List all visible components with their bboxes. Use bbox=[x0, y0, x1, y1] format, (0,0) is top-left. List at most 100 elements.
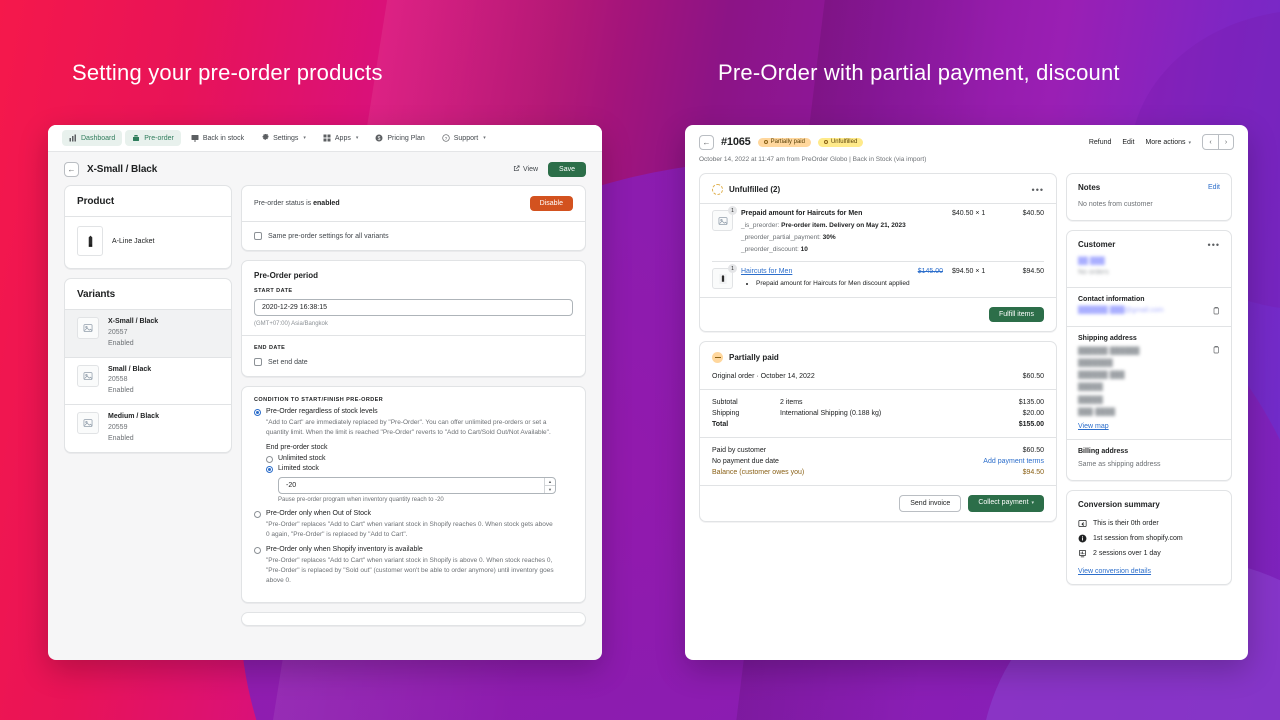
condition-option-out-of-stock[interactable]: Pre-Order only when Out of Stock bbox=[254, 510, 573, 519]
same-settings-row[interactable]: Same pre-order settings for all variants bbox=[242, 222, 585, 250]
refund-button[interactable]: Refund bbox=[1089, 139, 1112, 146]
view-map-link[interactable]: View map bbox=[1067, 419, 1231, 439]
stepper-increment-icon[interactable]: ▲ bbox=[545, 478, 555, 485]
back-button[interactable]: ← bbox=[64, 162, 79, 177]
dollar-icon: $ bbox=[375, 134, 383, 142]
line-item-discount-notes: Prepaid amount for Haircuts for Men disc… bbox=[750, 279, 1044, 289]
nav-item-apps[interactable]: Apps ▾ bbox=[316, 130, 365, 146]
grid-icon bbox=[323, 134, 331, 142]
start-date-input[interactable]: 2020-12-29 16:38:15 bbox=[254, 299, 573, 316]
line-item-name-link[interactable]: Haircuts for Men bbox=[741, 268, 918, 275]
radio-icon[interactable] bbox=[254, 409, 261, 416]
order-back-button[interactable]: ← bbox=[699, 134, 714, 150]
nav-item-dashboard[interactable]: Dashboard bbox=[62, 130, 123, 146]
variant-name: Medium / Black bbox=[108, 413, 159, 421]
fulfill-items-button[interactable]: Fulfill items bbox=[988, 307, 1044, 322]
status-card: Pre-order status is enabled Disable Same… bbox=[241, 185, 586, 251]
radio-icon[interactable] bbox=[254, 511, 261, 519]
variant-row[interactable]: X-Small / Black 20557 Enabled bbox=[65, 309, 231, 357]
more-actions-button[interactable]: More actions ▾ bbox=[1145, 139, 1191, 146]
property-value: 30% bbox=[822, 234, 836, 241]
conversion-header: Conversion summary bbox=[1067, 491, 1231, 516]
row-detail bbox=[780, 421, 984, 428]
end-date-label: END DATE bbox=[254, 345, 286, 351]
display-icon bbox=[191, 134, 199, 142]
copy-icon[interactable] bbox=[1212, 345, 1220, 356]
preorder-status-text: Pre-order status is enabled bbox=[254, 200, 340, 207]
view-conversion-details-link[interactable]: View conversion details bbox=[1067, 561, 1231, 584]
nav-item-preorder[interactable]: Pre-order bbox=[125, 130, 181, 146]
nav-label: Support bbox=[453, 134, 479, 142]
svg-text:$: $ bbox=[378, 136, 381, 142]
next-order-button[interactable]: › bbox=[1218, 135, 1233, 149]
gear-icon bbox=[261, 134, 269, 142]
paid-by-customer-row: Paid by customer $60.50 bbox=[700, 445, 1056, 456]
status-badge-partially-paid: Partially paid bbox=[757, 137, 811, 147]
limited-stock-value[interactable]: -20 bbox=[279, 478, 544, 493]
payment-header: Partially paid bbox=[700, 342, 1056, 371]
partially-paid-icon bbox=[712, 352, 723, 363]
contact-information-title: Contact information bbox=[1078, 295, 1145, 303]
row-detail: 2 items bbox=[780, 399, 803, 406]
variant-row[interactable]: Small / Black 20558 Enabled bbox=[65, 356, 231, 405]
page-body: Product A-Line Jacket Variants X-Small /… bbox=[48, 185, 602, 627]
stepper-arrows[interactable]: ▲ ▼ bbox=[544, 478, 555, 494]
radio-icon[interactable] bbox=[254, 547, 261, 555]
badge-dot-icon bbox=[763, 140, 768, 144]
line-item: 1 Haircuts for Men $145.00 $94.50 × 1 $9… bbox=[700, 262, 1056, 297]
nav-item-back-in-stock[interactable]: Back in stock bbox=[184, 130, 251, 146]
fulfillment-more-icon[interactable]: ••• bbox=[1032, 185, 1044, 194]
property-key: _preorder_discount: bbox=[741, 246, 801, 253]
line-item-name: Prepaid amount for Haircuts for Men bbox=[741, 210, 863, 217]
stock-option-unlimited[interactable]: Unlimited stock bbox=[266, 455, 573, 464]
order-pager[interactable]: ‹ › bbox=[1202, 134, 1234, 150]
property-value: Pre-order item. Delivery on May 21, 2023 bbox=[781, 222, 906, 229]
headline-left: Setting your pre-order products bbox=[72, 60, 383, 85]
set-end-date-checkbox[interactable] bbox=[254, 358, 262, 366]
preorder-app-screenshot: Dashboard Pre-order Back in stock Settin… bbox=[48, 125, 602, 660]
summary-row-shipping: Shipping International Shipping (0.188 k… bbox=[700, 408, 1056, 419]
variant-status: Enabled bbox=[108, 387, 134, 395]
preorder-period-card: Pre-Order period START DATE 2020-12-29 1… bbox=[241, 260, 586, 377]
start-date-label: START DATE bbox=[254, 288, 293, 294]
copy-icon[interactable] bbox=[1212, 306, 1220, 317]
row-amount: $135.00 bbox=[1018, 399, 1044, 406]
limited-stock-stepper[interactable]: -20 ▲ ▼ bbox=[278, 477, 556, 495]
condition-option-inventory-available[interactable]: Pre-Order only when Shopify inventory is… bbox=[254, 546, 573, 555]
fulfillment-footer: Fulfill items bbox=[700, 298, 1056, 331]
radio-icon[interactable] bbox=[266, 456, 273, 464]
edit-button[interactable]: Edit bbox=[1122, 139, 1134, 146]
notes-edit-link[interactable]: Edit bbox=[1208, 184, 1220, 191]
condition-option-regardless[interactable]: Pre-Order regardless of stock levels bbox=[254, 408, 573, 416]
option-label: Limited stock bbox=[278, 465, 319, 473]
payment-due-row: No payment due date Add payment terms bbox=[700, 456, 1056, 467]
nav-item-support[interactable]: ? Support ▾ bbox=[435, 130, 493, 146]
add-payment-terms-link[interactable]: Add payment terms bbox=[972, 458, 1044, 465]
property-key: _preorder_partial_payment: bbox=[741, 234, 823, 241]
view-link[interactable]: View bbox=[513, 165, 538, 174]
previous-order-button[interactable]: ‹ bbox=[1203, 135, 1218, 149]
left-column: Product A-Line Jacket Variants X-Small /… bbox=[64, 185, 232, 453]
product-row[interactable]: A-Line Jacket bbox=[65, 217, 231, 268]
disable-button[interactable]: Disable bbox=[529, 196, 573, 211]
set-end-date-row[interactable]: Set end date bbox=[254, 356, 573, 366]
radio-icon[interactable] bbox=[266, 466, 273, 474]
save-button[interactable]: Save bbox=[548, 162, 586, 177]
nav-item-pricing-plan[interactable]: $ Pricing Plan bbox=[368, 130, 431, 146]
collect-payment-button[interactable]: Collect payment ▾ bbox=[968, 495, 1044, 512]
variant-name: X-Small / Black bbox=[108, 318, 159, 325]
same-settings-checkbox[interactable] bbox=[254, 232, 262, 240]
app-nav: Dashboard Pre-order Back in stock Settin… bbox=[48, 125, 602, 152]
chevron-down-icon: ▾ bbox=[355, 135, 359, 141]
status-badge-unfulfilled: Unfulfilled bbox=[817, 137, 864, 147]
property-key: _is_preorder: bbox=[741, 222, 782, 229]
row-amount: $20.00 bbox=[1022, 410, 1044, 417]
stepper-decrement-icon[interactable]: ▼ bbox=[545, 485, 555, 493]
send-invoice-button[interactable]: Send invoice bbox=[899, 495, 962, 512]
variant-row[interactable]: Medium / Black 20559 Enabled bbox=[65, 404, 231, 452]
customer-more-icon[interactable]: ••• bbox=[1208, 240, 1220, 249]
nav-item-settings[interactable]: Settings ▾ bbox=[254, 130, 313, 146]
option-label: Pre-Order only when Shopify inventory is… bbox=[266, 546, 423, 554]
order-meta: October 14, 2022 at 11:47 am from PreOrd… bbox=[699, 156, 927, 163]
stock-option-limited[interactable]: Limited stock bbox=[266, 465, 573, 474]
